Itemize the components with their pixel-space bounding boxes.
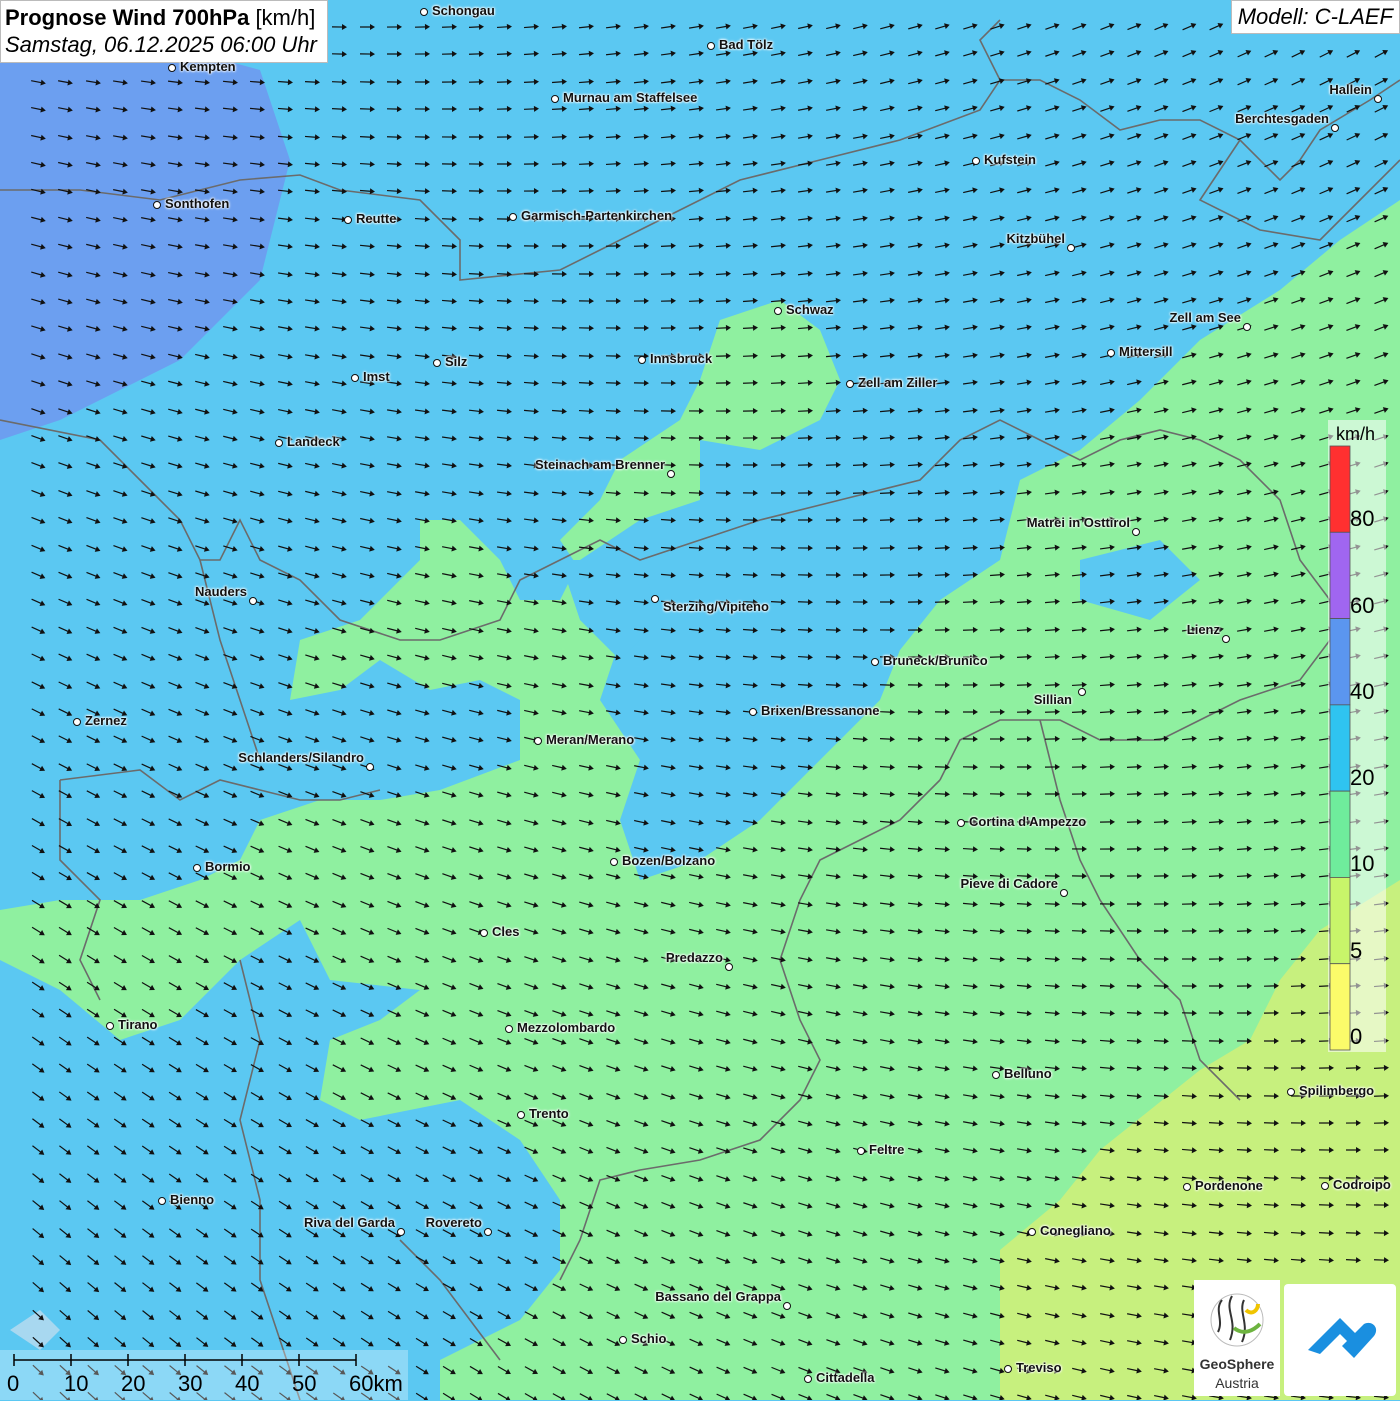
scale-label: 40	[235, 1371, 259, 1397]
scale-bar-line	[0, 1350, 408, 1400]
legend-tick-label: 80	[1350, 506, 1374, 532]
legend-color-step	[1330, 532, 1350, 618]
legend-tick-label: 60	[1350, 593, 1374, 619]
geosphere-emblem-icon	[1194, 1280, 1280, 1356]
legend-color-step	[1330, 964, 1350, 1050]
geosphere-sub: Austria	[1194, 1375, 1280, 1391]
scale-label: 60km	[349, 1371, 403, 1397]
legend-tick-label: 0	[1350, 1024, 1362, 1050]
scale-label: 10	[64, 1371, 88, 1397]
legend-color-step	[1330, 446, 1350, 532]
app-arrow-icon	[1284, 1284, 1396, 1396]
legend-color-step	[1330, 619, 1350, 705]
legend-color-step	[1330, 705, 1350, 791]
scale-label: 0	[7, 1371, 19, 1397]
legend-color-step	[1330, 791, 1350, 877]
scale-label: 20	[121, 1371, 145, 1397]
geosphere-name: GeoSphere	[1194, 1356, 1280, 1372]
scale-label: 30	[178, 1371, 202, 1397]
legend-tick-label: 10	[1350, 851, 1374, 877]
weather-app-logo	[1284, 1284, 1396, 1396]
geosphere-logo: GeoSphere Austria	[1194, 1280, 1280, 1396]
scale-label: 50	[292, 1371, 316, 1397]
legend-tick-label: 20	[1350, 765, 1374, 791]
legend-unit: km/h	[1336, 424, 1375, 445]
legend-tick-label: 40	[1350, 679, 1374, 705]
legend-tick-label: 5	[1350, 938, 1362, 964]
legend-colorbar	[0, 0, 1400, 1400]
legend-color-step	[1330, 877, 1350, 963]
